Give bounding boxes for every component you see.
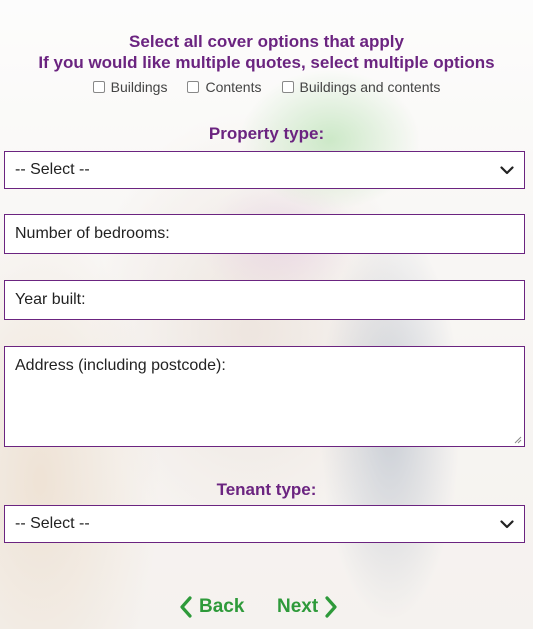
property-type-selected-value: -- Select -- <box>15 161 90 178</box>
cover-option-buildings-and-contents[interactable]: Buildings and contents <box>281 79 441 95</box>
tenant-type-selected-value: -- Select -- <box>15 515 90 532</box>
checkbox-label: Buildings and contents <box>299 79 441 95</box>
chevron-right-icon <box>325 596 337 618</box>
form-heading-line2: If you would like multiple quotes, selec… <box>38 53 495 72</box>
cover-option-buildings[interactable]: Buildings <box>92 79 168 95</box>
tenant-type-select[interactable]: -- Select -- <box>4 505 525 543</box>
property-type-label: Property type: <box>208 124 325 143</box>
chevron-down-icon <box>500 165 514 174</box>
chevron-down-icon <box>500 519 514 528</box>
quote-form: Select all cover options that apply If y… <box>0 0 533 629</box>
form-heading-line1: Select all cover options that apply <box>129 32 404 51</box>
address-placeholder: Address (including postcode): <box>15 357 226 374</box>
cover-option-contents[interactable]: Contents <box>187 79 262 95</box>
address-textarea[interactable]: Address (including postcode): <box>4 346 525 447</box>
property-type-select[interactable]: -- Select -- <box>4 151 525 189</box>
checkbox[interactable] <box>281 81 294 93</box>
year-built-input[interactable]: Year built: <box>4 280 525 320</box>
next-button-label: Next <box>277 596 319 617</box>
checkbox[interactable] <box>187 81 200 93</box>
cover-options-group: Buildings Contents Buildings and content… <box>0 79 533 95</box>
back-button[interactable]: Back <box>179 592 244 622</box>
back-button-label: Back <box>199 596 245 617</box>
year-built-placeholder: Year built: <box>15 291 86 308</box>
tenant-type-label: Tenant type: <box>216 480 317 499</box>
next-button[interactable]: Next <box>277 592 338 622</box>
resize-handle-icon[interactable] <box>514 436 522 444</box>
bedrooms-placeholder: Number of bedrooms: <box>15 225 170 242</box>
chevron-left-icon <box>180 596 192 618</box>
bedrooms-input[interactable]: Number of bedrooms: <box>4 214 525 254</box>
checkbox-label: Contents <box>205 79 262 95</box>
checkbox-label: Buildings <box>110 79 168 95</box>
checkbox[interactable] <box>92 81 105 93</box>
